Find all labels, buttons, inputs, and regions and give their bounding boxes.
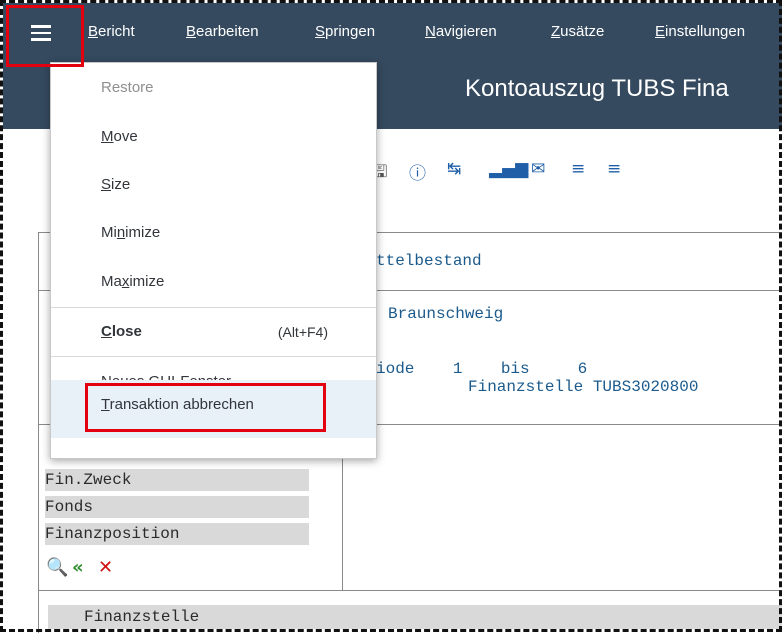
report-divider xyxy=(38,590,782,591)
report-line-1: ttelbestand xyxy=(376,252,482,270)
menu-separator xyxy=(51,307,376,308)
menu-separator xyxy=(51,356,376,357)
chart-icon[interactable]: ▂▄▆ xyxy=(489,159,528,179)
page-title: Kontoauszug TUBS Fina xyxy=(465,75,729,102)
menu-einstellungen[interactable]: Einstellungen xyxy=(655,23,745,40)
report-line-4: Finanzstelle TUBS3020800 xyxy=(468,378,699,396)
menu-item-move[interactable]: Move xyxy=(101,128,138,145)
menu-springen[interactable]: Springen xyxy=(315,23,375,40)
highlight-box-abort xyxy=(85,383,326,432)
menu-bar: Bericht Bearbeiten Springen Navigieren Z… xyxy=(3,3,782,59)
report-line-2: Braunschweig xyxy=(388,305,504,323)
zoom-icon[interactable]: 🔍 xyxy=(46,557,68,578)
menu-bericht[interactable]: Bericht xyxy=(88,23,135,40)
menu-item-restore[interactable]: Restore xyxy=(101,79,154,96)
field-finanzposition[interactable]: Finanzposition xyxy=(45,523,309,545)
filter-icon[interactable]: ≡ xyxy=(607,159,621,179)
menu-navigieren[interactable]: Navigieren xyxy=(425,23,497,40)
menu-item-size[interactable]: Size xyxy=(101,176,130,193)
menu-bearbeiten[interactable]: Bearbeiten xyxy=(186,23,259,40)
export-icon[interactable]: ↹ xyxy=(447,159,461,179)
field-fin-zweck[interactable]: Fin.Zweck xyxy=(45,469,309,491)
delete-icon[interactable]: ✕ xyxy=(98,557,113,578)
menu-bericht-rest: ericht xyxy=(98,23,135,40)
menu-item-minimize[interactable]: Minimize xyxy=(101,224,160,241)
menu-item-close[interactable]: Close xyxy=(101,323,142,340)
menu-zusaetze[interactable]: Zusätze xyxy=(551,23,604,40)
align-center-icon[interactable]: ≡ xyxy=(571,159,585,179)
mail-icon[interactable]: ✉ xyxy=(531,159,545,179)
info-icon[interactable]: ⓘ xyxy=(409,159,426,184)
menu-item-maximize[interactable]: Maximize xyxy=(101,273,164,290)
collapse-left-icon[interactable]: « xyxy=(72,557,84,578)
close-shortcut: (Alt+F4) xyxy=(277,324,328,340)
report-line-3: iode 1 bis 6 xyxy=(376,360,588,378)
field-finanzstelle[interactable]: Finanzstelle xyxy=(48,605,782,629)
field-fonds[interactable]: Fonds xyxy=(45,496,309,518)
highlight-box-menu xyxy=(6,5,84,67)
